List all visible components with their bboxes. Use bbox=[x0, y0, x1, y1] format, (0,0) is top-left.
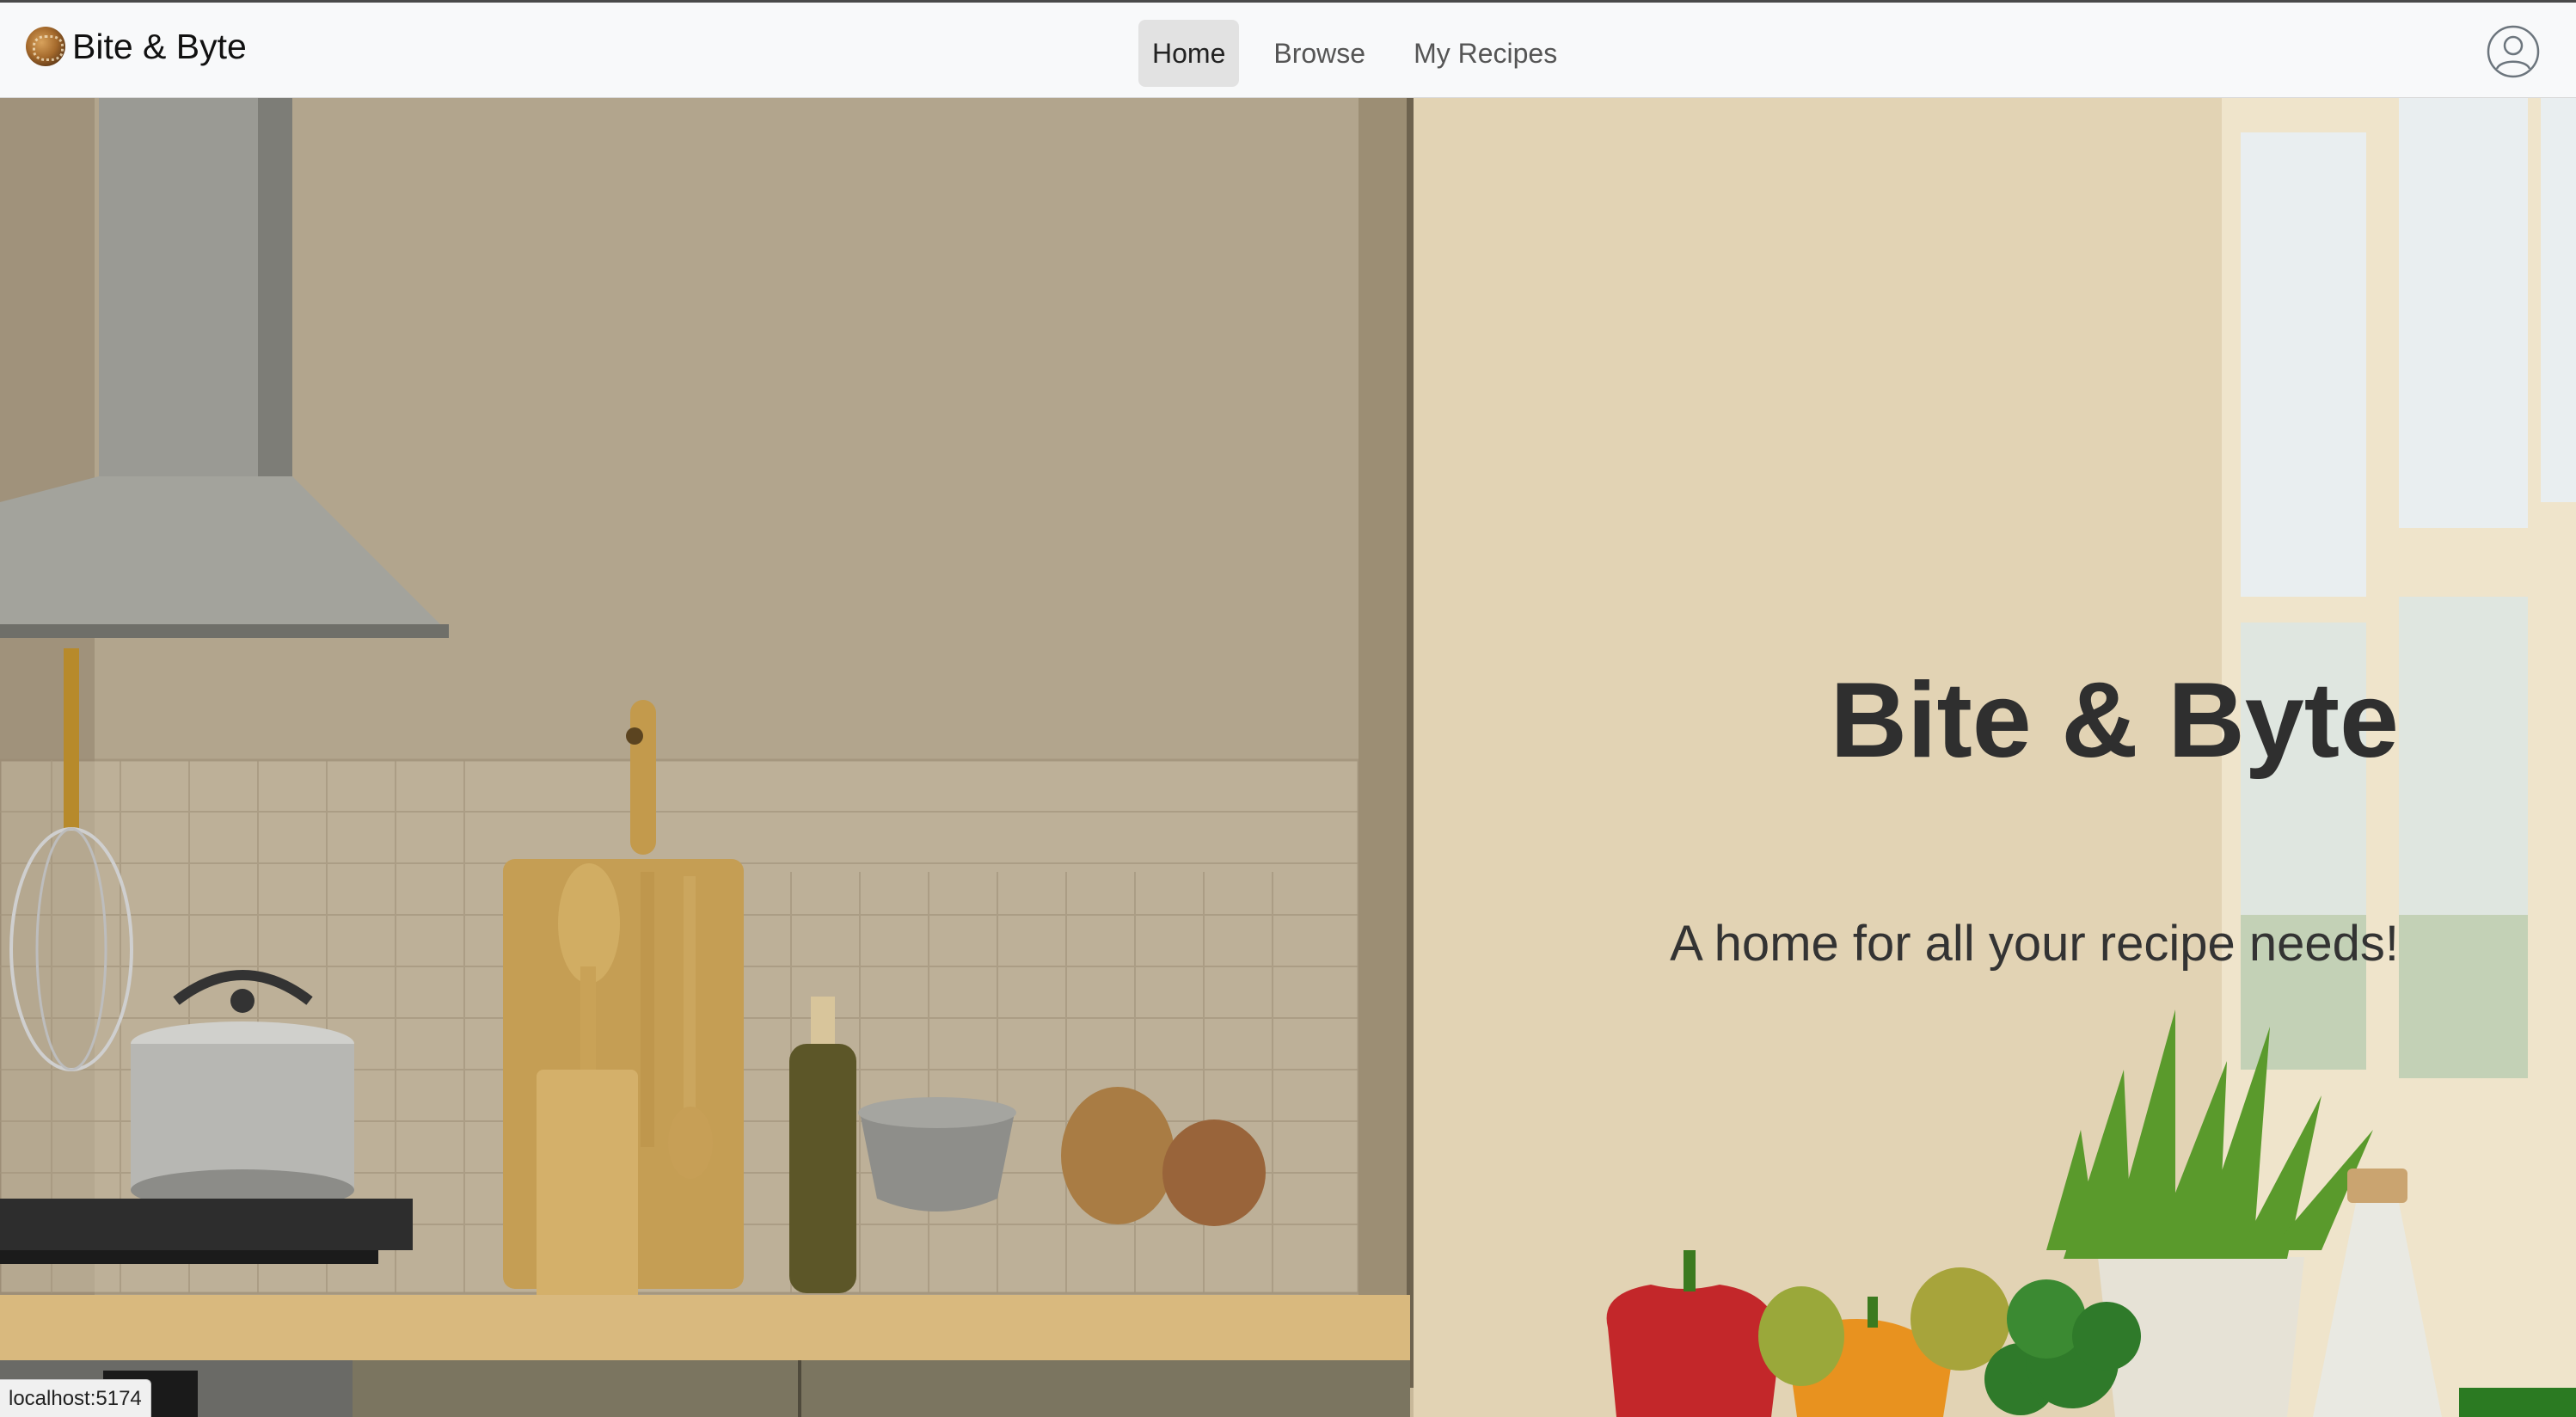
nav-link-browse[interactable]: Browse bbox=[1260, 20, 1379, 87]
user-circle-icon[interactable] bbox=[2487, 25, 2540, 78]
status-bar-url: localhost:5174 bbox=[0, 1379, 151, 1417]
pie-logo-icon bbox=[26, 27, 65, 66]
nav-links: Home Browse My Recipes bbox=[1138, 20, 1592, 87]
top-navbar: Bite & Byte Home Browse My Recipes bbox=[0, 0, 2576, 98]
hero-subtitle: A home for all your recipe needs! bbox=[1670, 916, 2399, 972]
brand-name: Bite & Byte bbox=[72, 27, 247, 66]
nav-link-home[interactable]: Home bbox=[1138, 20, 1240, 87]
nav-link-my-recipes[interactable]: My Recipes bbox=[1400, 20, 1571, 87]
hero-title: Bite & Byte bbox=[1830, 661, 2399, 780]
brand[interactable]: Bite & Byte bbox=[26, 27, 247, 66]
hero-section: Bite & Byte A home for all your recipe n… bbox=[0, 98, 2576, 1417]
